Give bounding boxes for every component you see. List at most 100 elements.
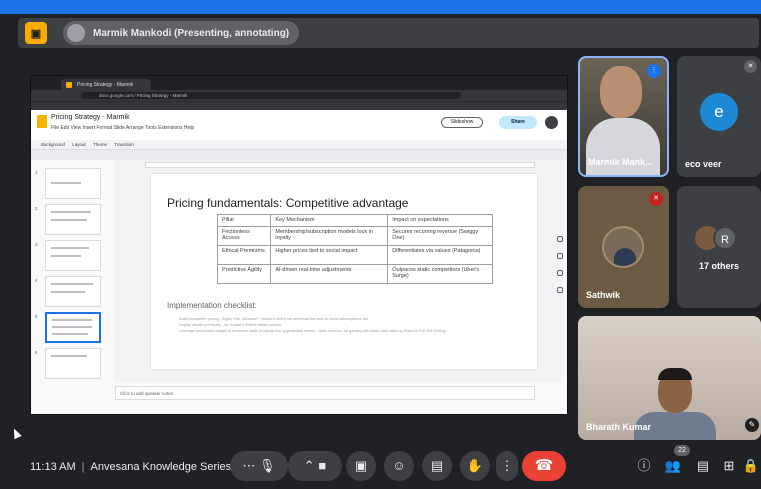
table-cell: Higher prices tied to social impact — [270, 244, 389, 265]
participant-count-badge: 22 — [674, 445, 690, 456]
meeting-details-button[interactable]: ⓘ — [633, 455, 655, 477]
slide-thumbnail[interactable] — [45, 168, 101, 199]
presenter-name: Marmik Mankodi (Presenting, annotating) — [93, 27, 290, 39]
thumb-number: 1 — [35, 170, 38, 175]
account-avatar[interactable] — [545, 116, 558, 129]
bookmarks-bar — [31, 101, 567, 110]
raise-hand-button[interactable]: ✋ — [460, 451, 490, 481]
table-header-cell: Impact on expectations — [387, 214, 493, 227]
toolbar-transition[interactable]: Transition — [114, 142, 134, 147]
mic-toggle-button[interactable]: ⋯ 🎙 — [230, 451, 288, 481]
mouse-cursor-icon — [10, 426, 22, 440]
activities-button[interactable]: ⊞ — [718, 455, 740, 477]
camera-toggle-button[interactable]: ⌃ ■ — [288, 451, 342, 481]
table-header-row: Pillar Key Mechanism Impact on expectati… — [216, 214, 493, 227]
table-row: Predictive Agility AI-driven real-time a… — [216, 263, 493, 284]
browser-tab[interactable]: Pricing Strategy - Marmik — [61, 79, 151, 90]
slide-title: Pricing fundamentals: Competitive advant… — [167, 196, 409, 210]
participant-tile-others[interactable]: R 17 others — [677, 186, 761, 308]
thumb-number: 3 — [35, 242, 38, 247]
toolbar-background[interactable]: Background — [41, 142, 65, 147]
captions-button[interactable]: ▣ — [346, 451, 376, 481]
slide-thumbnail[interactable] — [45, 276, 101, 307]
slides-workspace: 1 2 3 4 5 6 Pricing fundamentals: Compet… — [31, 160, 567, 414]
present-screen-icon: ▤ — [430, 458, 444, 473]
slides-header: Pricing Strategy - Marmik File Edit View… — [31, 110, 567, 140]
table-cell: Predictive Agility — [216, 263, 272, 284]
toolbar-layout[interactable]: Layout — [72, 142, 86, 147]
calendar-icon[interactable] — [557, 236, 563, 242]
participant-name: Marmik Mank... — [588, 157, 653, 167]
ruler — [145, 162, 535, 168]
meeting-info: 11:13 AM | Anvesana Knowledge Series:... — [30, 461, 244, 473]
slide-thumbnail[interactable] — [45, 204, 101, 235]
more-options-button[interactable]: ⋮ — [496, 451, 518, 481]
more-vert-icon: ⋮ — [500, 458, 514, 473]
checklist: Build ecosystem pricing - Apple One, Mic… — [179, 316, 479, 334]
table-cell: Ethical Premiums — [216, 244, 272, 265]
participant-tile-marmik[interactable]: ⋮ Marmik Mank... — [578, 56, 669, 177]
browser-url-bar: docs.google.com / Pricing Strategy - Mar… — [31, 90, 567, 101]
side-panel-icons — [553, 236, 567, 306]
browser-tab-strip: Pricing Strategy - Marmik — [31, 76, 567, 90]
captions-icon: ▣ — [354, 458, 368, 473]
keep-icon[interactable] — [557, 253, 563, 259]
video-feed-hair — [658, 368, 692, 380]
table-header-cell: Key Mechanism — [270, 214, 389, 227]
emoji-button[interactable]: ☺ — [384, 451, 414, 481]
pricing-table: Pillar Key Mechanism Impact on expectati… — [216, 214, 493, 284]
slide-thumbnail-active[interactable] — [45, 312, 101, 343]
presenting-icon: ▣ — [25, 22, 47, 44]
table-cell: AI-driven real-time adjustments — [270, 263, 389, 284]
slide-thumbnail[interactable] — [45, 240, 101, 271]
url-field[interactable]: docs.google.com / Pricing Strategy - Mar… — [81, 92, 461, 99]
chat-button[interactable]: ▤ — [692, 455, 714, 477]
hand-icon: ✋ — [466, 458, 484, 473]
participant-tile-sathwik[interactable]: ✕ Sathwik — [578, 186, 669, 308]
participant-tile-eco[interactable]: ✕ e eco veer — [677, 56, 761, 177]
thumb-number: 2 — [35, 206, 38, 211]
participant-name: Sathwik — [586, 290, 621, 300]
chat-icon: ▤ — [696, 458, 710, 473]
others-count-label: 17 others — [698, 261, 740, 271]
table-cell: Frictionless Access — [216, 225, 272, 246]
mic-off-icon: ✕ — [649, 192, 663, 206]
table-cell: Outpaces static competitors (Uber's Surg… — [387, 263, 493, 284]
shared-screen: Pricing Strategy - Marmik docs.google.co… — [30, 75, 568, 415]
participant-name: Bharath Kumar — [586, 422, 652, 432]
pencil-icon[interactable]: ✎ — [745, 418, 759, 432]
speaking-indicator-icon: ⋮ — [647, 64, 661, 78]
speaker-notes[interactable]: Click to add speaker notes — [115, 386, 535, 400]
avatar: R — [713, 226, 737, 250]
table-cell: Differentiates via values (Patagonia) — [387, 244, 493, 265]
slide-thumbnail[interactable] — [45, 348, 101, 379]
leave-call-button[interactable]: ☎ — [522, 451, 566, 481]
participant-tile-bharath[interactable]: ✎ Bharath Kumar — [578, 316, 761, 440]
current-slide[interactable]: Pricing fundamentals: Competitive advant… — [151, 174, 537, 369]
video-feed-face — [600, 66, 642, 118]
thumb-number: 4 — [35, 278, 38, 283]
slideshow-button[interactable]: Slideshow — [441, 117, 483, 128]
checklist-title: Implementation checklist: — [167, 301, 257, 310]
table-header-cell: Pillar — [216, 214, 272, 227]
doc-title[interactable]: Pricing Strategy - Marmik — [51, 114, 130, 121]
meeting-name: Anvesana Knowledge Series:... — [90, 461, 244, 473]
share-button[interactable]: Share — [499, 116, 537, 129]
toolbar-theme[interactable]: Theme — [93, 142, 107, 147]
slide-canvas: Pricing fundamentals: Competitive advant… — [115, 160, 563, 382]
people-icon: 👥 — [664, 458, 682, 473]
table-row: Frictionless Access Membership/subscript… — [216, 225, 493, 246]
apps-grid-icon: ⊞ — [723, 458, 735, 473]
people-button[interactable]: 👥 — [662, 455, 684, 477]
top-accent-strip — [0, 0, 761, 14]
meeting-control-bar: 11:13 AM | Anvesana Knowledge Series:... ⋯… — [0, 445, 761, 489]
presenter-chip[interactable]: Marmik Mankodi (Presenting, annotating) — [63, 21, 300, 45]
tasks-icon[interactable] — [557, 270, 563, 276]
presenter-bar: ▣ Marmik Mankodi (Presenting, annotating… — [18, 18, 759, 48]
more-dots-icon: ⋯ — [242, 458, 256, 473]
host-controls-button[interactable]: 🔒 — [742, 455, 760, 477]
maps-icon[interactable] — [557, 287, 563, 293]
table-cell: Secures recurring revenue (Swiggy One) — [387, 225, 493, 246]
present-button[interactable]: ▤ — [422, 451, 452, 481]
doc-menu-bar[interactable]: File Edit View Insert Format Slide Arran… — [51, 125, 194, 131]
